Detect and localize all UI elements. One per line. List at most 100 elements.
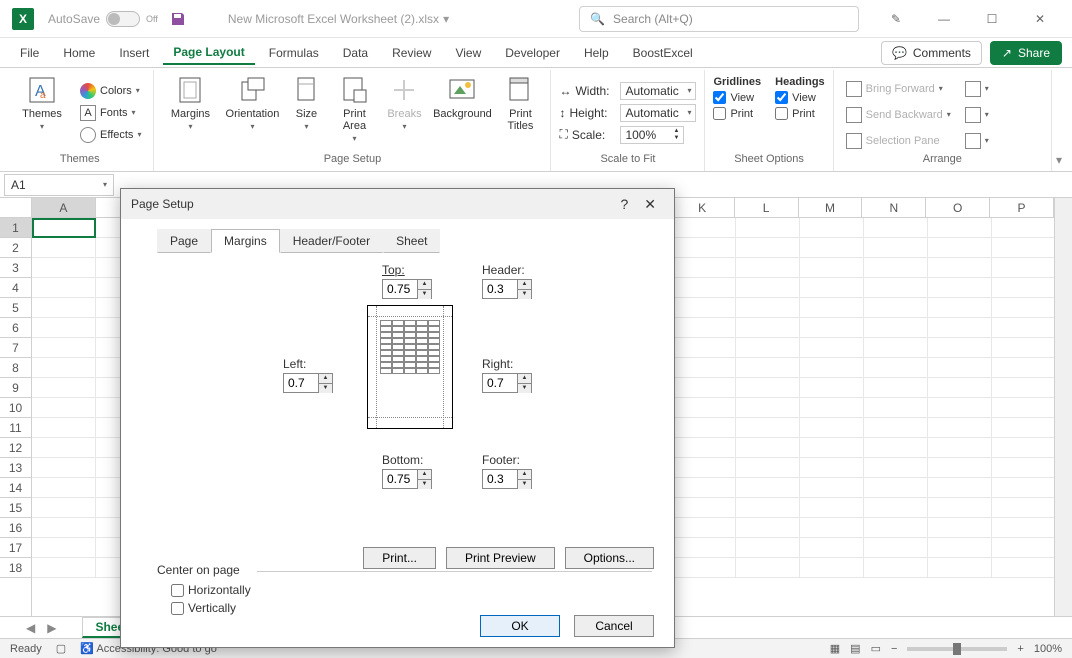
cell-N10[interactable] bbox=[864, 398, 928, 418]
zoom-out-icon[interactable]: − bbox=[891, 643, 897, 655]
sheet-nav-next-icon[interactable]: ▶ bbox=[41, 621, 62, 635]
cell-K8[interactable] bbox=[672, 358, 736, 378]
cell-K10[interactable] bbox=[672, 398, 736, 418]
cell-K14[interactable] bbox=[672, 478, 736, 498]
cell-P17[interactable] bbox=[992, 538, 1054, 558]
cell-O3[interactable] bbox=[928, 258, 992, 278]
height-dropdown[interactable]: Automatic▾ bbox=[620, 104, 696, 122]
autosave-toggle[interactable]: AutoSave Off bbox=[48, 11, 158, 27]
cell-P10[interactable] bbox=[992, 398, 1054, 418]
cell-L7[interactable] bbox=[736, 338, 800, 358]
comments-button[interactable]: 💬 Comments bbox=[881, 41, 982, 65]
tab-home[interactable]: Home bbox=[53, 42, 105, 64]
cell-A6[interactable] bbox=[32, 318, 96, 338]
cell-O4[interactable] bbox=[928, 278, 992, 298]
cell-K15[interactable] bbox=[672, 498, 736, 518]
fonts-button[interactable]: AFonts▾ bbox=[76, 103, 145, 123]
cell-M18[interactable] bbox=[800, 558, 864, 578]
cell-O7[interactable] bbox=[928, 338, 992, 358]
view-page-layout-icon[interactable]: ▤ bbox=[850, 642, 860, 655]
cell-K9[interactable] bbox=[672, 378, 736, 398]
minimize-icon[interactable]: — bbox=[930, 12, 958, 26]
cell-O9[interactable] bbox=[928, 378, 992, 398]
cell-K4[interactable] bbox=[672, 278, 736, 298]
orientation-button[interactable]: Orientation▾ bbox=[224, 72, 280, 153]
cell-O17[interactable] bbox=[928, 538, 992, 558]
row-header-1[interactable]: 1 bbox=[0, 218, 31, 238]
row-header-10[interactable]: 10 bbox=[0, 398, 31, 418]
sheet-nav-prev-icon[interactable]: ◀ bbox=[20, 621, 41, 635]
tab-boostexcel[interactable]: BoostExcel bbox=[623, 42, 703, 64]
cell-P1[interactable] bbox=[992, 218, 1054, 238]
cell-M14[interactable] bbox=[800, 478, 864, 498]
col-header-L[interactable]: L bbox=[735, 198, 799, 218]
cell-M1[interactable] bbox=[800, 218, 864, 238]
dlg-ok-button[interactable]: OK bbox=[480, 615, 560, 637]
tab-data[interactable]: Data bbox=[333, 42, 378, 64]
tab-developer[interactable]: Developer bbox=[495, 42, 570, 64]
print-titles-button[interactable]: Print Titles bbox=[498, 72, 542, 153]
cell-O11[interactable] bbox=[928, 418, 992, 438]
collapse-ribbon-icon[interactable]: ▾ bbox=[1052, 149, 1066, 171]
row-header-17[interactable]: 17 bbox=[0, 538, 31, 558]
cell-A14[interactable] bbox=[32, 478, 96, 498]
cell-P9[interactable] bbox=[992, 378, 1054, 398]
cell-A3[interactable] bbox=[32, 258, 96, 278]
ribbon-display-icon[interactable]: ✎ bbox=[882, 12, 910, 26]
tab-insert[interactable]: Insert bbox=[109, 42, 159, 64]
cell-N13[interactable] bbox=[864, 458, 928, 478]
cell-K12[interactable] bbox=[672, 438, 736, 458]
margin-right-input[interactable] bbox=[483, 374, 517, 392]
share-button[interactable]: ↗ Share bbox=[990, 41, 1062, 65]
margin-right-spinner[interactable]: ▲▼ bbox=[482, 373, 532, 393]
cell-K13[interactable] bbox=[672, 458, 736, 478]
cell-N3[interactable] bbox=[864, 258, 928, 278]
cell-L12[interactable] bbox=[736, 438, 800, 458]
margin-left-input[interactable] bbox=[284, 374, 318, 392]
dlg-tab-page[interactable]: Page bbox=[157, 229, 211, 253]
cell-K3[interactable] bbox=[672, 258, 736, 278]
cell-M6[interactable] bbox=[800, 318, 864, 338]
margin-bottom-spinner[interactable]: ▲▼ bbox=[382, 469, 432, 489]
scale-spinner[interactable]: 100%▲▼ bbox=[620, 126, 684, 144]
background-button[interactable]: Background bbox=[432, 72, 492, 153]
dlg-tab-sheet[interactable]: Sheet bbox=[383, 229, 440, 253]
vertical-scrollbar[interactable] bbox=[1054, 198, 1072, 618]
cell-A7[interactable] bbox=[32, 338, 96, 358]
cell-K2[interactable] bbox=[672, 238, 736, 258]
cell-L11[interactable] bbox=[736, 418, 800, 438]
cell-M12[interactable] bbox=[800, 438, 864, 458]
breaks-button[interactable]: Breaks▾ bbox=[382, 72, 426, 153]
cell-N5[interactable] bbox=[864, 298, 928, 318]
filename[interactable]: New Microsoft Excel Worksheet (2).xlsx bbox=[228, 12, 439, 26]
cell-O13[interactable] bbox=[928, 458, 992, 478]
row-header-12[interactable]: 12 bbox=[0, 438, 31, 458]
cell-M4[interactable] bbox=[800, 278, 864, 298]
margin-bottom-input[interactable] bbox=[383, 470, 417, 488]
cell-L18[interactable] bbox=[736, 558, 800, 578]
cell-K7[interactable] bbox=[672, 338, 736, 358]
dlg-tab-margins[interactable]: Margins bbox=[211, 229, 280, 253]
cell-A1[interactable] bbox=[32, 218, 96, 238]
print-area-button[interactable]: Print Area▾ bbox=[332, 72, 376, 153]
gridlines-print-checkbox[interactable]: Print bbox=[713, 107, 761, 120]
cell-P16[interactable] bbox=[992, 518, 1054, 538]
cell-N9[interactable] bbox=[864, 378, 928, 398]
cell-O1[interactable] bbox=[928, 218, 992, 238]
headings-print-checkbox[interactable]: Print bbox=[775, 107, 825, 120]
row-header-8[interactable]: 8 bbox=[0, 358, 31, 378]
dialog-help-icon[interactable]: ? bbox=[612, 196, 636, 212]
margin-top-input[interactable] bbox=[383, 280, 417, 298]
col-header-M[interactable]: M bbox=[799, 198, 863, 218]
tab-page-layout[interactable]: Page Layout bbox=[163, 41, 254, 65]
cell-K18[interactable] bbox=[672, 558, 736, 578]
cell-M15[interactable] bbox=[800, 498, 864, 518]
cell-P8[interactable] bbox=[992, 358, 1054, 378]
cell-N8[interactable] bbox=[864, 358, 928, 378]
cell-L9[interactable] bbox=[736, 378, 800, 398]
cell-O10[interactable] bbox=[928, 398, 992, 418]
cell-P14[interactable] bbox=[992, 478, 1054, 498]
cell-P13[interactable] bbox=[992, 458, 1054, 478]
cell-P5[interactable] bbox=[992, 298, 1054, 318]
cell-M9[interactable] bbox=[800, 378, 864, 398]
